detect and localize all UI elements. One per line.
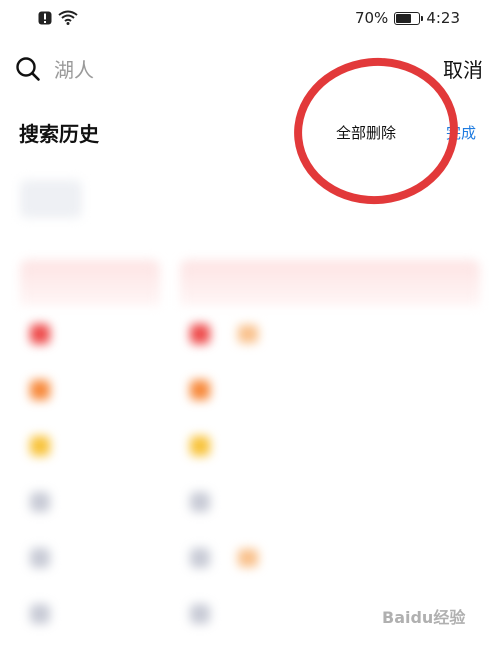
list-item[interactable] xyxy=(20,418,160,474)
search-icon xyxy=(15,56,41,82)
rank-badge xyxy=(30,548,50,568)
rank-badge xyxy=(190,324,210,344)
cancel-button[interactable]: 取消 xyxy=(443,54,483,83)
done-button[interactable]: 完成 xyxy=(446,122,476,143)
list-item[interactable] xyxy=(20,530,160,586)
rank-badge xyxy=(190,492,210,512)
rank-badge xyxy=(190,380,210,400)
status-right: 70% 4:23 xyxy=(355,9,460,27)
alert-badge-icon xyxy=(38,10,52,29)
list-item[interactable] xyxy=(180,474,480,530)
rank-badge xyxy=(30,324,50,344)
watermark: Baidu经验 xyxy=(382,608,466,627)
hot-list-right-header xyxy=(180,260,480,306)
hot-list-left-header xyxy=(20,260,160,306)
list-item[interactable] xyxy=(180,530,480,586)
rank-badge xyxy=(30,604,50,624)
search-history-header: 搜索历史 全部删除 完成 xyxy=(0,114,500,150)
hot-tag xyxy=(238,549,258,567)
rank-badge xyxy=(190,604,210,624)
delete-all-button[interactable]: 全部删除 xyxy=(336,122,396,143)
history-chip[interactable] xyxy=(20,180,82,218)
status-bar: 70% 4:23 xyxy=(0,0,500,40)
list-item[interactable] xyxy=(180,362,480,418)
list-item[interactable] xyxy=(20,586,160,642)
hot-list-right xyxy=(180,260,480,642)
rank-badge xyxy=(30,436,50,456)
hot-tag xyxy=(238,325,258,343)
wifi-icon xyxy=(58,10,78,29)
hot-list-left xyxy=(20,260,160,642)
status-left-icons xyxy=(38,10,78,29)
rank-badge xyxy=(30,492,50,512)
rank-badge xyxy=(30,380,50,400)
search-row: 取消 xyxy=(0,50,500,90)
list-item[interactable] xyxy=(20,306,160,362)
search-input[interactable] xyxy=(54,54,404,86)
battery-icon xyxy=(394,11,424,25)
search-history-title: 搜索历史 xyxy=(19,122,99,146)
list-item[interactable] xyxy=(20,362,160,418)
clock: 4:23 xyxy=(426,9,460,27)
rank-badge xyxy=(190,548,210,568)
blurred-content xyxy=(0,170,500,656)
battery-percent: 70% xyxy=(354,9,389,27)
list-item[interactable] xyxy=(180,306,480,362)
battery-fill xyxy=(396,13,411,23)
list-item[interactable] xyxy=(180,418,480,474)
list-item[interactable] xyxy=(20,474,160,530)
rank-badge xyxy=(190,436,210,456)
